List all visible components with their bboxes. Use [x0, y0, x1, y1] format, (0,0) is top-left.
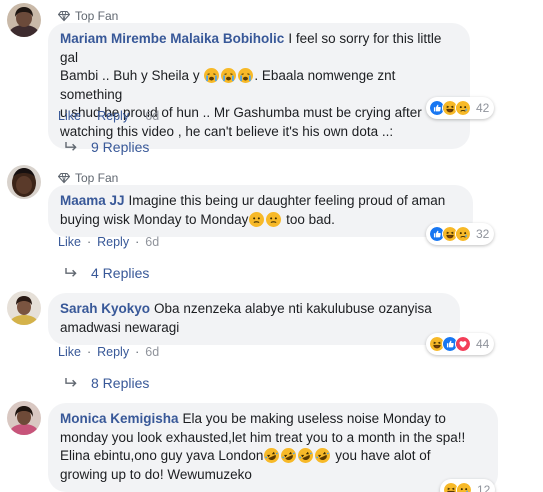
- reaction-count: 44: [476, 337, 490, 351]
- timestamp[interactable]: 6d: [145, 235, 159, 249]
- rofl-emoji-icon: [264, 448, 279, 463]
- commenter-name[interactable]: Monica Kemigisha: [60, 411, 179, 426]
- separator: ·: [86, 109, 92, 123]
- rofl-emoji-icon: [281, 448, 296, 463]
- avatar[interactable]: [7, 165, 41, 199]
- comment-bubble: Monica Kemigisha Ela you be making useles…: [48, 403, 498, 492]
- commenter-name[interactable]: Maama JJ: [60, 193, 125, 208]
- comment-text: monday you look exhausted,let him treat …: [60, 429, 466, 445]
- comment-actions: Like · Reply · 6d: [58, 109, 159, 123]
- neutral-face-emoji-icon: [249, 212, 264, 227]
- replies-label[interactable]: 9 Replies: [91, 139, 149, 155]
- timestamp[interactable]: 6d: [145, 345, 159, 359]
- like-button[interactable]: Like: [58, 109, 81, 123]
- reaction-count: 32: [476, 227, 490, 241]
- rofl-emoji-icon: [315, 448, 330, 463]
- reaction-summary[interactable]: 32: [426, 223, 495, 245]
- reply-arrow-icon: [64, 377, 78, 389]
- comment-bubble: Sarah Kyokyo Oba nzenzeka alabye nti kaku…: [48, 293, 460, 345]
- reply-button[interactable]: Reply: [97, 345, 129, 359]
- reply-button[interactable]: Reply: [97, 109, 129, 123]
- comment-text: you have alot of: [335, 448, 431, 463]
- badge-label: Top Fan: [75, 9, 119, 23]
- rofl-emoji-icon: [298, 448, 313, 463]
- like-button[interactable]: Like: [58, 345, 81, 359]
- reaction-summary[interactable]: 42: [426, 97, 495, 119]
- comment-text: amadwasi newaragi: [60, 319, 180, 335]
- avatar[interactable]: [7, 3, 41, 37]
- comment-text: too bad.: [286, 211, 335, 227]
- replies-label[interactable]: 8 Replies: [91, 375, 149, 391]
- crying-emoji-icon: [221, 68, 236, 83]
- separator: ·: [135, 345, 140, 359]
- diamond-icon: [58, 10, 70, 22]
- comment-actions: Like · Reply · 6d: [58, 345, 159, 359]
- crying-emoji-icon: [238, 68, 253, 83]
- reaction-summary[interactable]: 44: [426, 333, 495, 355]
- view-replies-link[interactable]: 8 Replies: [64, 375, 149, 391]
- badge-label: Top Fan: [75, 171, 119, 185]
- reaction-count: 42: [476, 101, 490, 115]
- view-replies-link[interactable]: 9 Replies: [64, 139, 149, 155]
- timestamp[interactable]: 6d: [145, 109, 159, 123]
- view-replies-link[interactable]: 4 Replies: [64, 265, 149, 281]
- sad-reaction-icon: [455, 100, 471, 116]
- comment-actions: Like · Reply · 6d: [58, 235, 159, 249]
- comment-text: Bambi .. Buh y Sheila y: [60, 68, 200, 83]
- separator: ·: [135, 109, 140, 123]
- comment-text: growing up to do! Wewumuzeko: [60, 466, 252, 482]
- like-button[interactable]: Like: [58, 235, 81, 249]
- sad-reaction-icon: [455, 226, 471, 242]
- reaction-count: 12: [477, 483, 491, 492]
- separator: ·: [86, 235, 92, 249]
- comment-text: Oba nzenzeka alabye nti kakulubuse ozany…: [154, 301, 432, 316]
- neutral-face-emoji-icon: [266, 212, 281, 227]
- reply-arrow-icon: [64, 141, 78, 153]
- comment-bubble: Maama JJ Imagine this being ur daughter f…: [48, 185, 473, 237]
- comment-bubble: Mariam Mirembe Malaika Bobiholic I feel s…: [48, 23, 470, 149]
- comment-text: watching this video , he can't believe i…: [60, 123, 394, 139]
- avatar[interactable]: [7, 401, 41, 435]
- commenter-name[interactable]: Sarah Kyokyo: [60, 301, 150, 316]
- top-fan-badge: Top Fan: [58, 171, 118, 185]
- separator: ·: [135, 235, 140, 249]
- comment-text: Elina ebintu,ono guy yava London: [60, 448, 264, 463]
- separator: ·: [86, 345, 92, 359]
- comment-text: Ela you be making useless noise Monday t…: [182, 411, 446, 426]
- replies-label[interactable]: 4 Replies: [91, 265, 149, 281]
- commenter-name[interactable]: Mariam Mirembe Malaika Bobiholic: [60, 31, 284, 46]
- reply-button[interactable]: Reply: [97, 235, 129, 249]
- reply-arrow-icon: [64, 267, 78, 279]
- diamond-icon: [58, 172, 70, 184]
- crying-emoji-icon: [204, 68, 219, 83]
- sad-reaction-icon: [456, 482, 472, 492]
- reaction-summary[interactable]: 12: [440, 479, 496, 492]
- avatar[interactable]: [7, 291, 41, 325]
- love-reaction-icon: [455, 336, 471, 352]
- top-fan-badge: Top Fan: [58, 9, 118, 23]
